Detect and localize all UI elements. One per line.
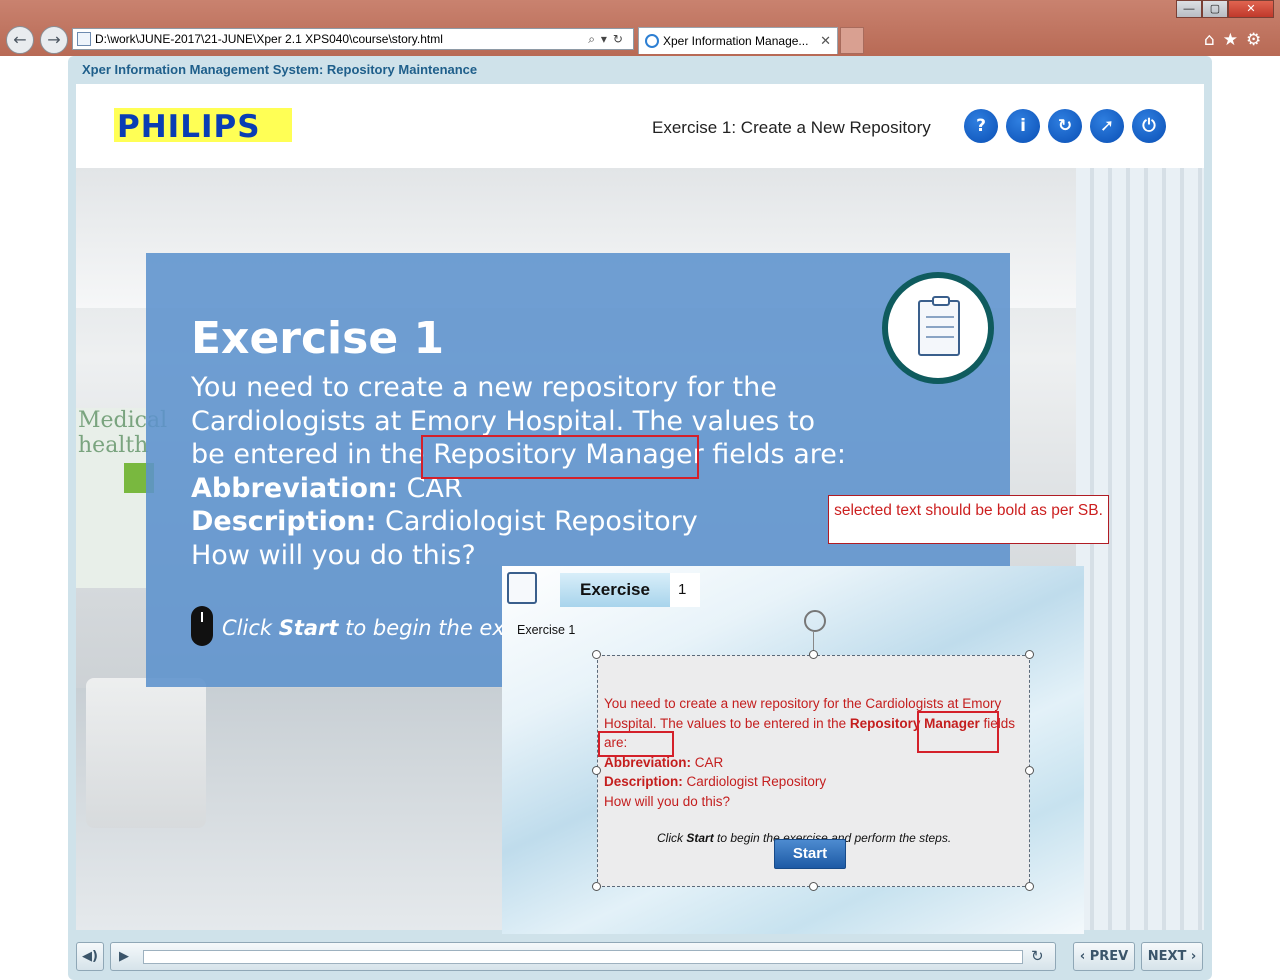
back-arrow-icon[interactable]: ← — [6, 26, 34, 54]
address-bar[interactable]: D:\work\JUNE-2017\21-JUNE\Xper 2.1 XPS04… — [72, 28, 634, 50]
rotate-handle-icon[interactable] — [804, 610, 826, 632]
ie-logo-icon — [645, 34, 659, 48]
clipboard-icon-small — [507, 572, 537, 604]
compass-icon[interactable]: ➚ — [1090, 109, 1124, 143]
description-value: Cardiologist Repository — [376, 506, 698, 538]
line3-start: be entered in the — [191, 439, 434, 471]
home-star-gear-icons[interactable]: ⌂★⚙ — [1204, 30, 1269, 50]
inset-exercise-tab: Exercise — [560, 573, 670, 607]
info-icon[interactable]: i — [1006, 109, 1040, 143]
close-tab-icon[interactable]: ✕ — [820, 28, 831, 54]
body-line-2: Cardiologists at Emory Hospital. The val… — [191, 405, 816, 437]
address-text: D:\work\JUNE-2017\21-JUNE\Xper 2.1 XPS04… — [95, 32, 443, 46]
replay-slide-icon[interactable]: ↻ — [1031, 943, 1044, 970]
tab-title: Xper Information Manage... — [663, 34, 809, 48]
forward-arrow-icon[interactable]: → — [40, 26, 68, 54]
resize-handle[interactable] — [1025, 766, 1034, 775]
browser-tab[interactable]: Xper Information Manage... ✕ — [638, 27, 838, 54]
inset-abbreviation-label: Abbreviation: — [604, 754, 692, 770]
philips-logo: PHILIPS — [114, 108, 292, 145]
inset-click-prefix: Click — [657, 831, 687, 845]
annotation-highlight-box — [421, 435, 699, 479]
play-icon[interactable]: ▶ — [119, 943, 129, 970]
minimize-button[interactable]: — — [1176, 0, 1202, 18]
inset-question: How will you do this? — [604, 793, 731, 809]
clipboard-icon — [882, 272, 994, 384]
inset-description-line: Description: Cardiologist Repository — [604, 772, 1022, 792]
resize-handle[interactable] — [1025, 882, 1034, 891]
inset-abbreviation-value: CAR — [691, 754, 724, 770]
exercise-heading: Exercise 1 — [191, 313, 445, 364]
clipboard-body — [918, 296, 960, 356]
maximize-button[interactable]: ▢ — [1202, 0, 1228, 18]
abbreviation-label: Abbreviation: — [191, 472, 398, 504]
logo-text: PHILIPS — [117, 109, 261, 145]
clipboard-line — [926, 326, 954, 328]
exercise-title: Exercise 1: Create a New Repository — [652, 118, 931, 137]
window-blinds — [1076, 168, 1204, 930]
next-label: NEXT — [1147, 949, 1187, 964]
inset-slide-label: Exercise 1 — [517, 623, 576, 637]
annotation-box-manager — [598, 731, 674, 757]
resize-handle[interactable] — [809, 882, 818, 891]
description-line: Description: Cardiologist Repository — [191, 505, 871, 539]
annotation-box-repository — [917, 711, 999, 753]
inset-click-start-word: Start — [686, 831, 714, 845]
review-comment: selected text should be bold as per SB. — [828, 495, 1109, 544]
resize-handle[interactable] — [592, 882, 601, 891]
seek-track[interactable] — [143, 950, 1023, 964]
mouse-icon — [191, 606, 213, 646]
new-tab-button[interactable] — [840, 27, 864, 54]
help-icon[interactable]: ? — [964, 109, 998, 143]
next-button[interactable]: NEXT › — [1141, 942, 1203, 971]
clipboard-clip — [932, 296, 950, 306]
description-label: Description: — [191, 506, 377, 538]
resize-handle[interactable] — [809, 650, 818, 659]
search-refresh-icon[interactable]: ⌕▾↻ — [588, 29, 629, 49]
prev-label: PREV — [1089, 949, 1129, 964]
click-start-word: Start — [278, 616, 339, 640]
click-prefix: Click — [222, 616, 279, 640]
inset-description-value: Cardiologist Repository — [682, 774, 827, 790]
start-button[interactable]: Start — [774, 839, 846, 869]
clipboard-line — [926, 316, 954, 318]
click-start-instruction: Click Start to begin the exerc — [222, 616, 538, 640]
volume-icon[interactable]: ◀) — [76, 942, 104, 971]
resize-handle[interactable] — [592, 766, 601, 775]
lobby-chair — [86, 678, 206, 828]
power-icon[interactable]: ⏻ — [1132, 109, 1166, 143]
prev-button[interactable]: ‹ PREV — [1073, 942, 1135, 971]
inset-tab-number: 1 — [670, 573, 700, 607]
clipboard-line — [926, 336, 954, 338]
resize-handle[interactable] — [1025, 650, 1034, 659]
course-title: Xper Information Management System: Repo… — [82, 62, 478, 77]
body-line-1: You need to create a new repository for … — [191, 372, 777, 403]
replay-icon[interactable]: ↻ — [1048, 109, 1082, 143]
wall-sign: Medical health — [76, 408, 167, 588]
seekbar[interactable]: ▶ ↻ — [110, 942, 1056, 971]
line3-end: fields are: — [703, 439, 846, 471]
page-icon — [77, 32, 91, 46]
close-window-button[interactable]: ✕ — [1228, 0, 1274, 18]
resize-handle[interactable] — [592, 650, 601, 659]
inset-description-label: Description: — [604, 774, 683, 790]
